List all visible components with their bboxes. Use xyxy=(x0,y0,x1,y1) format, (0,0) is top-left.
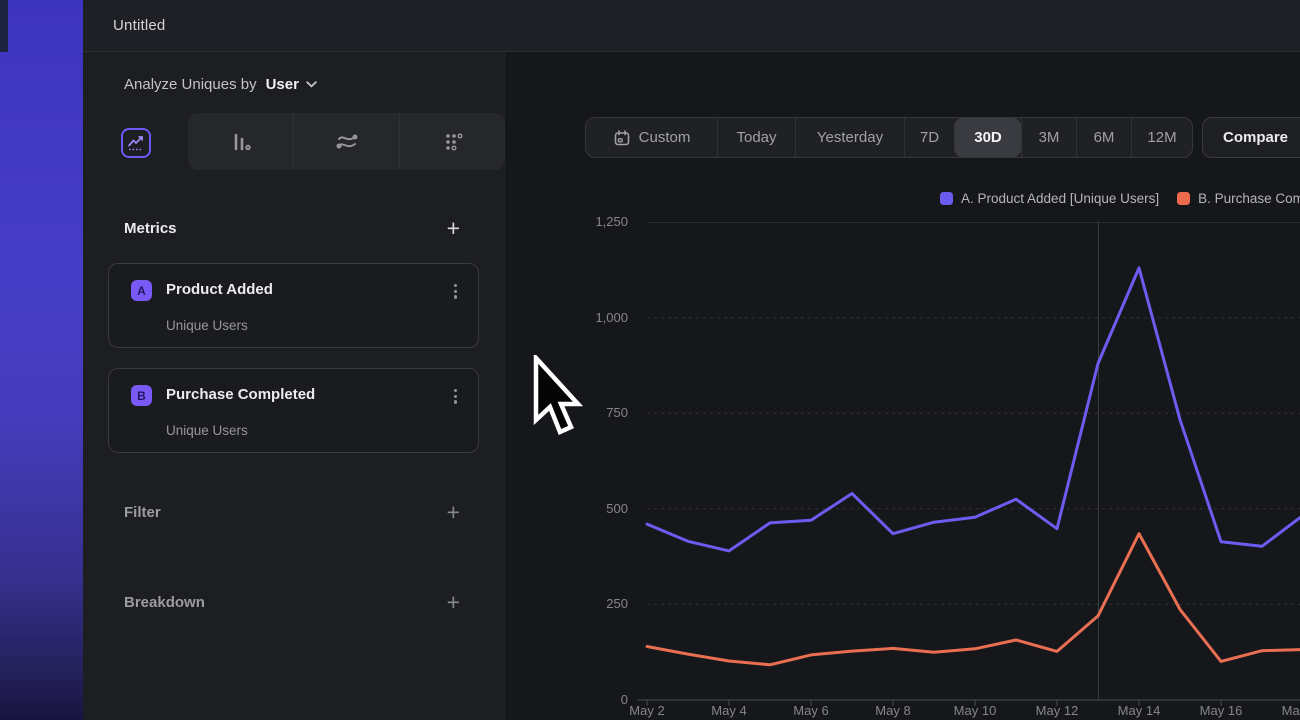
calendar-icon xyxy=(613,129,631,147)
range-yesterday[interactable]: Yesterday xyxy=(795,118,904,157)
metric-badge-b: B xyxy=(131,385,152,406)
metric-card-b[interactable]: B Purchase Completed Unique Users xyxy=(108,368,479,453)
y-tick-label: 500 xyxy=(606,501,628,516)
breakdown-header: Breakdown + xyxy=(124,593,460,611)
y-tick-label: 0 xyxy=(621,692,628,707)
top-bar: Untitled xyxy=(83,0,1300,52)
app-window: Untitled Analyze Uniques by User xyxy=(0,0,1300,720)
add-filter-button[interactable]: + xyxy=(447,503,460,521)
range-7d[interactable]: 7D xyxy=(904,118,954,157)
legend-item[interactable]: B. Purchase Completed [Unique Users] xyxy=(1177,191,1300,206)
range-custom[interactable]: Custom xyxy=(586,118,717,157)
add-breakdown-button[interactable]: + xyxy=(447,593,460,611)
range-6m[interactable]: 6M xyxy=(1076,118,1131,157)
metric-menu-button[interactable] xyxy=(451,281,460,302)
metrics-header: Metrics + xyxy=(124,219,460,237)
metric-title: Purchase Completed xyxy=(166,386,315,403)
metric-subtitle[interactable]: Unique Users xyxy=(166,318,248,333)
series-line[interactable] xyxy=(647,534,1300,665)
y-axis-labels: 0 250 500 750 1,000 1,250 xyxy=(558,0,628,720)
metrics-label: Metrics xyxy=(124,220,177,237)
range-30d[interactable]: 30D xyxy=(954,118,1021,157)
range-12m[interactable]: 12M xyxy=(1131,118,1192,157)
legend-swatch xyxy=(940,192,953,205)
corner-sliver xyxy=(0,0,8,52)
time-range-group: CustomTodayYesterday7D30D3M6M12M xyxy=(585,117,1193,158)
legend-swatch xyxy=(1177,192,1190,205)
chevron-down-icon xyxy=(306,81,317,88)
view-tab-group xyxy=(188,113,505,170)
metric-menu-button[interactable] xyxy=(451,386,460,407)
tab-line-chart[interactable] xyxy=(121,128,151,158)
metric-badge-a: A xyxy=(131,280,152,301)
breakdown-label: Breakdown xyxy=(124,594,205,611)
y-tick-label: 1,000 xyxy=(595,310,628,325)
range-3m[interactable]: 3M xyxy=(1021,118,1076,157)
metric-card-a[interactable]: A Product Added Unique Users xyxy=(108,263,479,348)
chart-legend: A. Product Added [Unique Users] B. Purcha… xyxy=(940,191,1300,206)
legend-item[interactable]: A. Product Added [Unique Users] xyxy=(940,191,1159,206)
analyze-by-dropdown[interactable]: User xyxy=(266,76,317,93)
metric-title: Product Added xyxy=(166,281,273,298)
cursor-pointer-icon xyxy=(531,355,583,441)
report-title[interactable]: Untitled xyxy=(113,17,165,34)
retention-grid-icon xyxy=(439,128,467,156)
flows-icon xyxy=(333,128,361,156)
compare-button[interactable]: Compare xyxy=(1202,117,1300,158)
analyze-row: Analyze Uniques by User xyxy=(124,76,317,93)
metric-subtitle[interactable]: Unique Users xyxy=(166,423,248,438)
bar-chart-icon xyxy=(227,128,255,156)
chart-plot[interactable] xyxy=(635,222,1300,712)
tab-bar-chart[interactable] xyxy=(188,113,293,170)
left-nav-strip xyxy=(0,0,83,720)
filter-label: Filter xyxy=(124,504,161,521)
tab-flows[interactable] xyxy=(293,113,399,170)
tab-retention-grid[interactable] xyxy=(399,113,505,170)
analyze-label: Analyze Uniques by xyxy=(124,76,257,93)
y-tick-label: 1,250 xyxy=(595,214,628,229)
y-tick-label: 250 xyxy=(606,596,628,611)
add-metric-button[interactable]: + xyxy=(447,219,460,237)
y-tick-label: 750 xyxy=(606,405,628,420)
line-chart-icon xyxy=(123,130,149,156)
range-today[interactable]: Today xyxy=(717,118,795,157)
filter-header: Filter + xyxy=(124,503,460,521)
